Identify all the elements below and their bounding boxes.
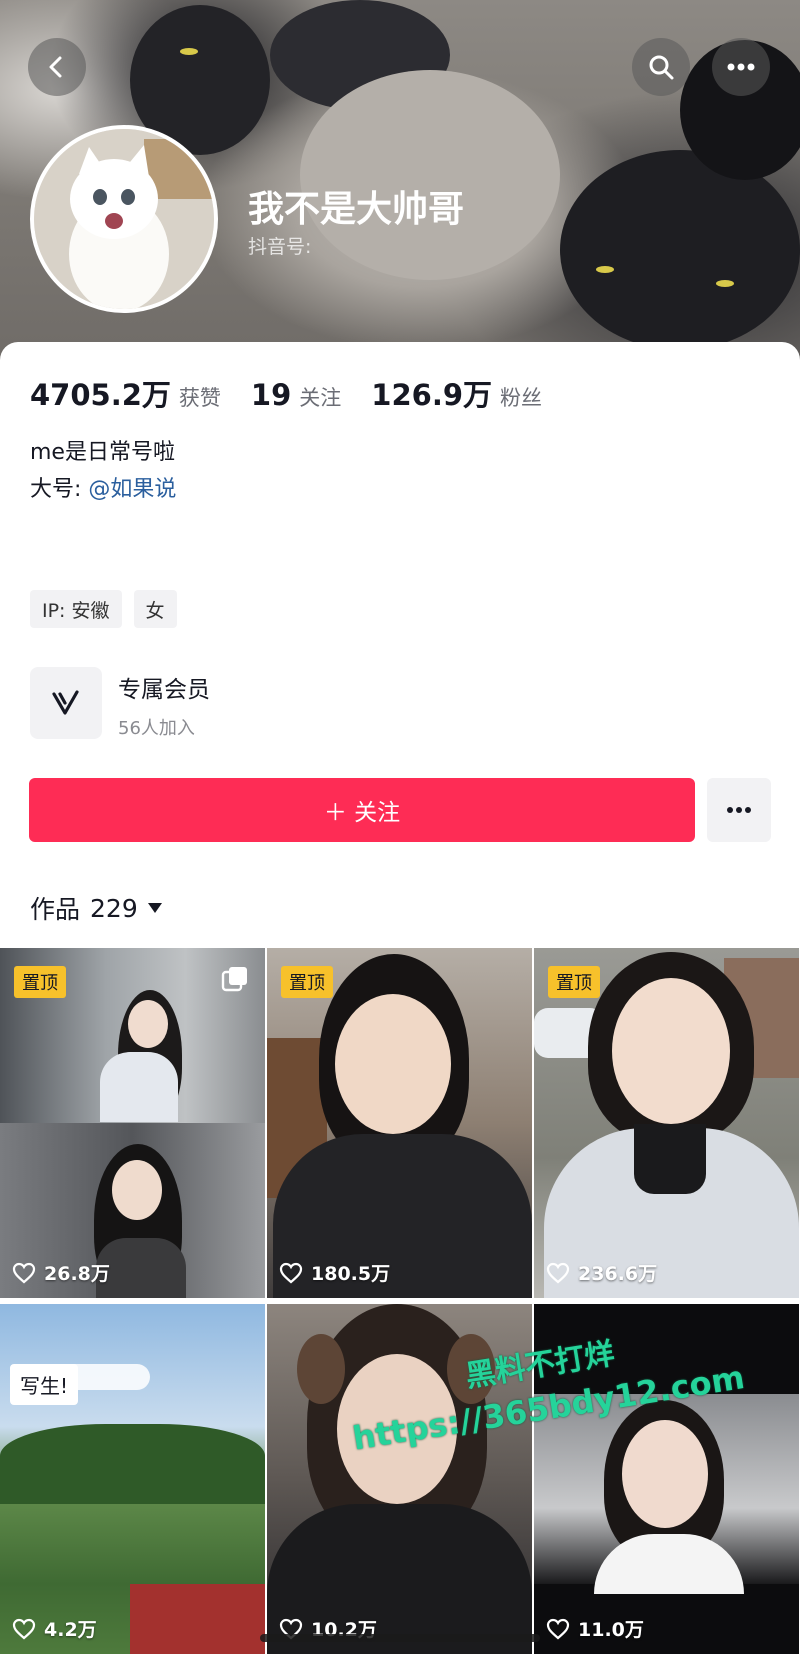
works-count: 229 [90, 893, 138, 923]
more-icon [727, 807, 751, 813]
like-count-text: 26.8万 [44, 1263, 110, 1285]
membership-title: 专属会员 [118, 677, 210, 703]
tag-ip-location: IP: 安徽 [30, 590, 122, 628]
display-name: 我不是大帅哥 [248, 189, 465, 230]
stat-label: 获赞 [178, 386, 221, 410]
back-icon [49, 56, 62, 78]
stat-likes[interactable]: 4705.2万 获赞 [30, 372, 221, 414]
follow-button[interactable]: ＋ 关注 [29, 778, 695, 842]
search-icon [649, 55, 674, 80]
bio-line: me是日常号啦 [30, 440, 175, 465]
banner-eye [596, 266, 614, 273]
video-thumbnail[interactable]: 置顶 180.5万 [267, 948, 532, 1298]
heart-icon [546, 1618, 570, 1639]
person-shirt [100, 1052, 178, 1122]
stat-followers[interactable]: 126.9万 粉丝 [371, 372, 542, 414]
person-face [112, 1160, 162, 1220]
banner-eye [716, 280, 734, 287]
pinned-badge: 置顶 [548, 966, 600, 998]
like-count: 180.5万 [279, 1259, 390, 1286]
tag-gender: 女 [133, 590, 177, 628]
heart-icon [546, 1262, 570, 1283]
like-count: 236.6万 [546, 1259, 657, 1286]
douyin-id[interactable]: 抖音号: [248, 232, 311, 259]
more-icon [727, 63, 755, 71]
more-options-button[interactable] [712, 38, 770, 96]
dog-ear-filter [297, 1334, 345, 1404]
bio-mention-link[interactable]: @如果说 [88, 477, 176, 502]
like-count: 11.0万 [546, 1615, 644, 1642]
works-tab[interactable]: 作品 229 [30, 890, 162, 926]
person-face [128, 1000, 168, 1048]
membership-entry[interactable]: 专属会员 56人加入 [30, 667, 210, 740]
membership-subtitle: 56人加入 [118, 718, 195, 739]
bio-prefix: 大号: [30, 477, 82, 502]
stat-label: 关注 [299, 386, 342, 410]
like-count-text: 180.5万 [311, 1263, 391, 1285]
person-collar [634, 1124, 706, 1194]
stat-label: 粉丝 [500, 386, 543, 410]
follow-more-button[interactable] [707, 778, 771, 842]
text-sticker: 写生! [10, 1364, 79, 1405]
like-count-text: 4.2万 [44, 1619, 97, 1641]
profile-tags: IP: 安徽 女 [30, 590, 189, 628]
like-count: 4.2万 [12, 1615, 97, 1642]
person-face [335, 994, 451, 1134]
banner-eye [180, 48, 198, 55]
heart-icon [279, 1262, 303, 1283]
membership-text: 专属会员 56人加入 [118, 667, 210, 740]
video-thumbnail[interactable]: 置顶 236.6万 [534, 948, 799, 1298]
avatar-kitten-image [34, 129, 214, 309]
bio-line: 大号: @如果说 [30, 471, 176, 508]
back-button[interactable] [28, 38, 86, 96]
bio: me是日常号啦 大号: @如果说 [30, 434, 176, 508]
multi-image-icon [221, 967, 247, 992]
banner-plush-grey-cat [300, 70, 560, 280]
heart-icon [12, 1618, 36, 1639]
like-count-text: 11.0万 [578, 1619, 644, 1641]
thumbnail-banner [130, 1584, 265, 1654]
heart-icon [12, 1262, 36, 1283]
stat-value: 4705.2万 [30, 378, 171, 412]
pinned-badge: 置顶 [281, 966, 333, 998]
avatar[interactable] [30, 125, 218, 313]
like-count-text: 236.6万 [578, 1263, 658, 1285]
stat-value: 19 [250, 378, 292, 412]
banner-plush-black [560, 150, 800, 350]
video-thumbnail[interactable]: 写生! 4.2万 [0, 1304, 265, 1654]
stats-row: 4705.2万 获赞 19 关注 126.9万 粉丝 [30, 372, 572, 414]
person-face [612, 978, 730, 1124]
stat-value: 126.9万 [371, 378, 493, 412]
person-face [622, 1420, 708, 1528]
vip-v-icon [30, 667, 102, 739]
thumbnail-trees [0, 1424, 265, 1504]
pinned-badge: 置顶 [14, 966, 66, 998]
search-button[interactable] [632, 38, 690, 96]
stat-following[interactable]: 19 关注 [251, 378, 341, 412]
dropdown-caret-icon [147, 903, 162, 913]
home-indicator[interactable] [260, 1634, 540, 1642]
works-label: 作品 [30, 895, 81, 924]
like-count: 26.8万 [12, 1259, 110, 1286]
video-thumbnail[interactable]: 置顶 26.8万 [0, 948, 265, 1298]
